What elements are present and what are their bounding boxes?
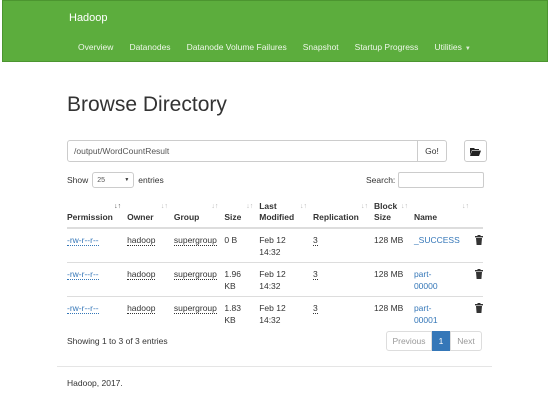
- table-header-row: Permission ↓↑ Owner ↓↑ Group ↓↑ Size ↓↑ Last…: [67, 195, 483, 228]
- sort-icon: ↓↑: [400, 203, 408, 210]
- permission-link[interactable]: -rw-r--r--: [67, 269, 99, 280]
- path-input[interactable]: [67, 140, 418, 162]
- entries-label: entries: [138, 175, 164, 185]
- size-cell: 1.96 KB: [224, 262, 260, 297]
- chevron-down-icon: ▼: [124, 177, 130, 183]
- sort-asc-icon: ↓↑: [114, 203, 122, 210]
- sort-icon: ↓↑: [246, 203, 254, 210]
- nav-datanode-volume-failures[interactable]: Datanode Volume Failures: [187, 42, 287, 52]
- go-button[interactable]: Go!: [418, 140, 447, 162]
- nav-datanodes[interactable]: Datanodes: [129, 42, 170, 52]
- replication-link[interactable]: 3: [313, 235, 318, 246]
- page-title: Browse Directory: [67, 93, 227, 116]
- chevron-down-icon: ▼: [464, 46, 471, 52]
- table-row: -rw-r--r-- hadoop supergroup 1.83 KB Feb …: [67, 296, 483, 330]
- brand-logo[interactable]: Hadoop: [69, 12, 108, 24]
- previous-page-button[interactable]: Previous: [386, 331, 432, 351]
- block-size-cell: 128 MB: [374, 296, 414, 330]
- header-permission[interactable]: Permission ↓↑: [67, 195, 127, 228]
- page-size-value: 25: [97, 176, 106, 184]
- nav-utilities-label: Utilities: [434, 42, 462, 52]
- next-page-button[interactable]: Next: [450, 331, 482, 351]
- file-name-link[interactable]: part- 00000: [414, 269, 438, 291]
- modified-cell: Feb 12 14:32: [259, 262, 314, 297]
- nav-snapshot[interactable]: Snapshot: [303, 42, 339, 52]
- table-row: -rw-r--r-- hadoop supergroup 0 B Feb 12 1…: [67, 227, 483, 263]
- page-size-select[interactable]: 25 ▼: [92, 172, 135, 188]
- group-link[interactable]: supergroup: [173, 269, 217, 280]
- header-group[interactable]: Group ↓↑: [174, 195, 225, 228]
- header-name[interactable]: Name ↓↑: [414, 195, 475, 228]
- footer-divider: [57, 366, 492, 367]
- page-1-button[interactable]: 1: [432, 331, 450, 351]
- show-label: Show: [67, 175, 89, 185]
- trash-icon[interactable]: [475, 269, 483, 282]
- replication-link[interactable]: 3: [313, 303, 318, 314]
- sort-icon: ↓↑: [361, 203, 369, 210]
- trash-icon[interactable]: [475, 235, 483, 248]
- sort-icon: ↓↑: [160, 203, 168, 210]
- file-name-link[interactable]: part- 00001: [414, 303, 438, 325]
- nav-utilities[interactable]: Utilities ▼: [434, 42, 470, 52]
- footer-text: Hadoop, 2017.: [67, 378, 123, 388]
- sort-icon: ↓↑: [462, 203, 469, 210]
- table-info: Showing 1 to 3 of 3 entries: [67, 336, 168, 346]
- size-cell: 0 B: [224, 227, 260, 263]
- table-row: -rw-r--r-- hadoop supergroup 1.96 KB Feb …: [67, 262, 483, 297]
- directory-table: Permission ↓↑ Owner ↓↑ Group ↓↑ Size ↓↑ Last…: [67, 195, 483, 330]
- nav-startup-progress[interactable]: Startup Progress: [355, 42, 419, 52]
- search-input[interactable]: [398, 172, 485, 188]
- header-size[interactable]: Size ↓↑: [224, 195, 259, 228]
- modified-cell: Feb 12 14:32: [259, 227, 314, 263]
- nav-links: Overview Datanodes Datanode Volume Failu…: [78, 42, 487, 52]
- modified-cell: Feb 12 14:32: [259, 296, 314, 330]
- search-label: Search:: [366, 175, 396, 185]
- top-navbar: Hadoop Overview Datanodes Datanode Volum…: [2, 0, 548, 62]
- file-name-link[interactable]: _SUCCESS: [414, 235, 460, 245]
- group-link[interactable]: supergroup: [173, 235, 217, 246]
- trash-icon[interactable]: [475, 303, 483, 316]
- sort-icon: ↓↑: [211, 203, 219, 210]
- page-size-control: Show 25 ▼ entries: [67, 172, 164, 188]
- replication-link[interactable]: 3: [313, 269, 318, 280]
- header-block-size[interactable]: Block Size ↓↑: [374, 195, 414, 228]
- permission-link[interactable]: -rw-r--r--: [67, 303, 99, 314]
- path-group: Go!: [67, 140, 447, 162]
- permission-link[interactable]: -rw-r--r--: [67, 235, 99, 246]
- browse-folder-button[interactable]: [464, 140, 487, 162]
- header-owner[interactable]: Owner ↓↑: [127, 195, 174, 228]
- sort-icon: ↓↑: [300, 203, 308, 210]
- block-size-cell: 128 MB: [374, 227, 414, 263]
- block-size-cell: 128 MB: [374, 262, 414, 297]
- header-last-modified[interactable]: Last Modified ↓↑: [259, 195, 313, 228]
- header-replication[interactable]: Replication ↓↑: [313, 195, 374, 228]
- group-link[interactable]: supergroup: [173, 303, 217, 314]
- owner-link[interactable]: hadoop: [127, 269, 156, 280]
- search-control: Search:: [366, 172, 485, 188]
- folder-open-icon: [470, 147, 481, 156]
- nav-overview[interactable]: Overview: [78, 42, 113, 52]
- pagination: Previous 1 Next: [386, 331, 482, 351]
- owner-link[interactable]: hadoop: [127, 303, 156, 314]
- size-cell: 1.83 KB: [224, 296, 260, 330]
- owner-link[interactable]: hadoop: [127, 235, 156, 246]
